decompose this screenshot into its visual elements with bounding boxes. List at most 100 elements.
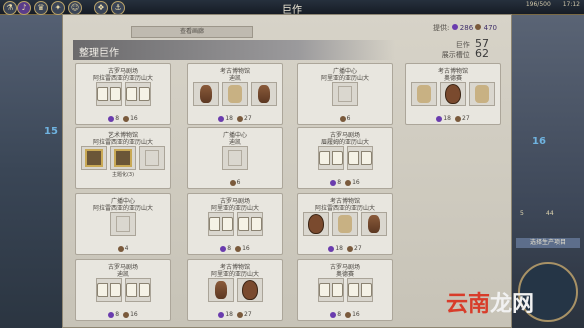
watermark-red: 云南 (446, 292, 491, 317)
city-name: 奥德赛 (335, 271, 354, 278)
great-work-slot[interactable] (139, 146, 165, 170)
great-work-slot[interactable] (346, 278, 373, 302)
book-icon (96, 87, 121, 101)
culture-icon (451, 24, 458, 30)
supply-value-b: 470 (483, 24, 497, 32)
great-work-slot[interactable] (110, 146, 136, 170)
building-card[interactable]: 广播中心 阿里亚的亚历山大 6 (297, 63, 393, 125)
watermark-logo: 云南龙网 (446, 286, 578, 317)
great-work-slot[interactable] (222, 82, 248, 106)
book-icon (96, 283, 121, 297)
great-work-slot[interactable] (222, 146, 248, 170)
building-card[interactable]: 古罗马剧场 阿里亚的亚历山大 8 16 (187, 193, 283, 255)
map-area-left[interactable] (0, 14, 62, 328)
building-card[interactable]: 古罗马剧场 眉履姆的亚历山大 8 16 (297, 127, 393, 189)
great-work-slot[interactable] (95, 82, 122, 106)
tourism-icon (345, 311, 352, 318)
work-slots (406, 82, 500, 106)
building-card[interactable]: 考古博物馆 阿拉雷西亚的亚历山大 18 27 (297, 193, 393, 255)
yield-row: 8 16 (298, 311, 392, 318)
yield-item: 8 (330, 311, 341, 318)
yield-value: 18 (225, 311, 233, 318)
building-card[interactable]: 艺术博物馆 阿拉雷西亚的亚历山大 主题化(3) (75, 127, 171, 189)
empty-slot-icon (145, 150, 159, 166)
choose-production-button[interactable]: 选择生产项目 (516, 238, 580, 248)
watermark-rest: 龙网 (490, 292, 535, 317)
yield-row: 8 16 (298, 179, 392, 186)
building-card[interactable]: 古罗马剧场 奥德赛 8 16 (297, 259, 393, 321)
yield-item: 18 (436, 115, 451, 122)
tourism-icon (339, 115, 346, 122)
great-work-slot[interactable] (303, 212, 329, 236)
shield-icon (445, 84, 461, 104)
city-name: 阿拉雷西亚的亚历山大 (92, 75, 153, 82)
great-work-slot[interactable] (469, 82, 495, 106)
building-card[interactable]: 广播中心 迪凯 6 (187, 127, 283, 189)
great-work-slot[interactable] (193, 82, 219, 106)
great-work-slot[interactable] (110, 212, 136, 236)
great-work-slot[interactable] (317, 146, 344, 170)
work-slots (298, 212, 392, 236)
tourism-icon (345, 179, 352, 186)
book-icon (347, 283, 372, 297)
great-work-slot[interactable] (81, 146, 107, 170)
yield-item: 8 (108, 115, 119, 122)
supply-value-a: 286 (459, 24, 474, 32)
building-card[interactable]: 考古博物馆 迪凯 18 27 (187, 63, 283, 125)
great-work-slot[interactable] (411, 82, 437, 106)
great-work-slot[interactable] (207, 278, 234, 302)
culture-icon (328, 245, 335, 252)
tourism-icon (229, 179, 236, 186)
great-work-slot[interactable] (346, 146, 373, 170)
supply-readout: 提供: 286 470 (433, 23, 497, 33)
yield-value: 6 (346, 115, 351, 122)
shield-icon (308, 214, 324, 234)
great-work-slot[interactable] (95, 278, 122, 302)
yield-row: 8 16 (188, 245, 282, 252)
great-work-slot[interactable] (124, 278, 151, 302)
city-name: 阿里亚的亚历山大 (210, 205, 259, 212)
painting-icon (114, 149, 132, 167)
work-slots (76, 146, 170, 170)
yield-value: 16 (352, 311, 360, 318)
building-card[interactable]: 考古博物馆 奥德赛 18 27 (405, 63, 501, 125)
work-slots (188, 212, 282, 236)
yield-value: 8 (337, 179, 342, 186)
book-icon (125, 87, 150, 101)
great-work-slot[interactable] (124, 82, 151, 106)
building-card[interactable]: 古罗马剧场 阿拉雷西亚的亚历山大 8 16 (75, 63, 171, 125)
great-works-panel: 查看画廊 整理巨作 提供: 286 470 巨作 57 展示槽位 62 古罗马剧… (62, 14, 512, 328)
yield-value: 16 (130, 115, 138, 122)
great-work-slot[interactable] (332, 212, 358, 236)
slots-label: 展示槽位 (441, 51, 470, 59)
work-slots (188, 82, 282, 106)
building-card[interactable]: 古罗马剧场 迪凯 8 16 (75, 259, 171, 321)
building-card[interactable]: 考古博物馆 阿里亚的亚历山大 18 27 (187, 259, 283, 321)
yield-item: 16 (235, 245, 250, 252)
painting-icon (85, 149, 103, 167)
supply-label: 提供: (432, 24, 450, 32)
yield-row: 8 16 (76, 115, 170, 122)
yield-item: 18 (328, 245, 343, 252)
yield-value: 16 (352, 179, 360, 186)
great-work-slot[interactable] (317, 278, 344, 302)
great-work-slot[interactable] (440, 82, 466, 106)
yield-value: 16 (242, 245, 250, 252)
great-work-slot[interactable] (236, 212, 263, 236)
book-icon (318, 151, 343, 165)
yield-value: 18 (443, 115, 451, 122)
view-gallery-tab[interactable]: 查看画廊 (131, 26, 253, 38)
yield-value: 8 (337, 311, 342, 318)
great-work-slot[interactable] (207, 212, 234, 236)
city-name: 阿里亚的亚历山大 (320, 75, 369, 82)
slots-value: 62 (475, 47, 489, 60)
yield-row: 18 27 (298, 245, 392, 252)
great-work-slot[interactable] (361, 212, 387, 236)
yield-value: 27 (244, 115, 252, 122)
culture-icon (330, 179, 337, 186)
great-work-slot[interactable] (236, 278, 263, 302)
great-work-slot[interactable] (332, 82, 358, 106)
vase-icon (368, 215, 380, 233)
great-work-slot[interactable] (251, 82, 277, 106)
building-card[interactable]: 广播中心 阿拉雷西亚的亚历山大 4 (75, 193, 171, 255)
